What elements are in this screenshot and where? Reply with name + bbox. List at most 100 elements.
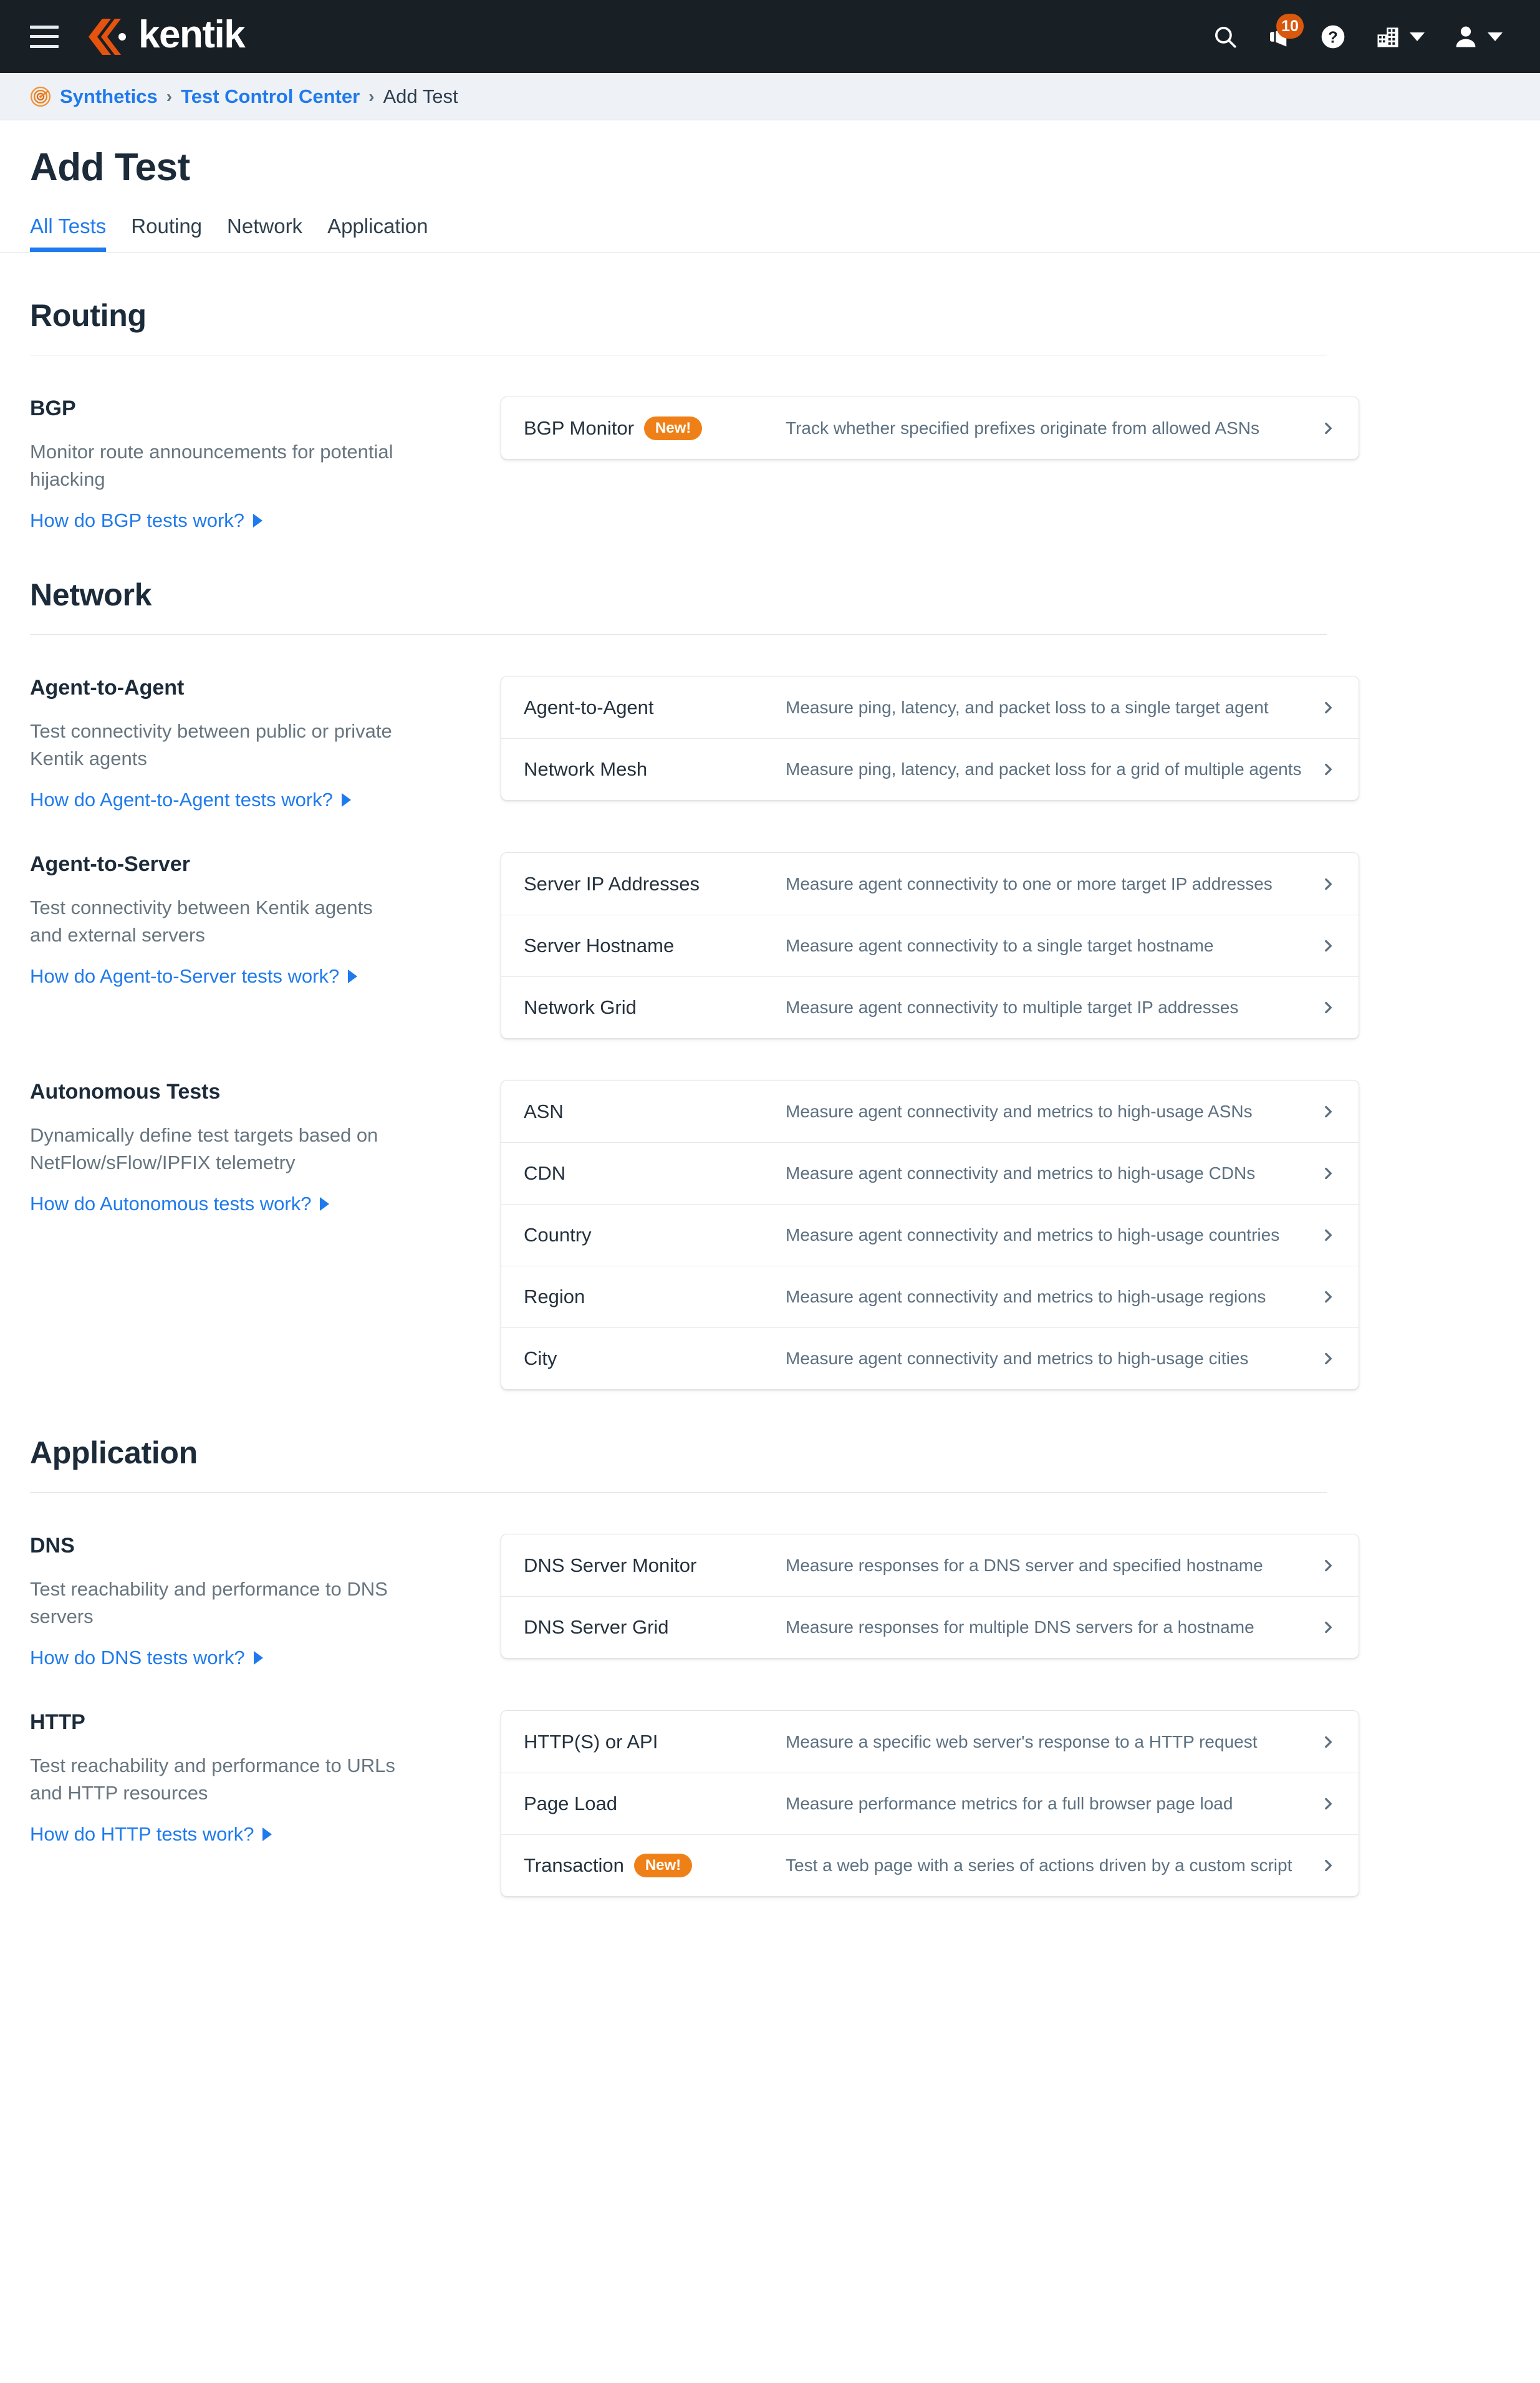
group-title: Application bbox=[30, 1435, 198, 1471]
test-type-name-wrap: BGP Monitor New! bbox=[524, 416, 786, 440]
company-switcher[interactable] bbox=[1374, 23, 1425, 51]
test-type-name-wrap: Transaction New! bbox=[524, 1854, 786, 1878]
group-network: Network Agent-to-Agent Test connectivity b… bbox=[30, 532, 1510, 1390]
test-type-name-wrap: Page Load bbox=[524, 1793, 786, 1815]
test-type-row-dns-server-grid[interactable]: DNS Server Grid Measure responses for mul… bbox=[501, 1596, 1359, 1658]
section-info: HTTP Test reachability and performance to… bbox=[30, 1710, 501, 1897]
chevron-down-icon[interactable] bbox=[1488, 32, 1503, 41]
chevron-right-icon[interactable] bbox=[1307, 700, 1336, 716]
section-name: DNS bbox=[30, 1534, 75, 1558]
chevron-right-icon[interactable] bbox=[1307, 1796, 1336, 1812]
breadcrumb-current-page: Add Test bbox=[383, 85, 458, 107]
section-description: Test connectivity between Kentik agents … bbox=[30, 897, 373, 946]
docs-link-bgp[interactable]: How do BGP tests work? bbox=[30, 509, 263, 532]
triangle-right-icon bbox=[262, 1827, 272, 1842]
test-type-name-wrap: Agent-to-Agent bbox=[524, 696, 786, 719]
building-glyph bbox=[1377, 27, 1398, 47]
test-type-name: Network Grid bbox=[524, 996, 637, 1019]
docs-link-agent-to-server[interactable]: How do Agent-to-Server tests work? bbox=[30, 965, 358, 988]
test-type-row-network-grid[interactable]: Network Grid Measure agent connectivity t… bbox=[501, 976, 1359, 1038]
chevron-right-icon[interactable] bbox=[1307, 876, 1336, 892]
breadcrumb-link-synthetics[interactable]: Synthetics bbox=[60, 85, 158, 108]
test-type-name-wrap: Server IP Addresses bbox=[524, 873, 786, 895]
test-type-name-wrap: DNS Server Monitor bbox=[524, 1554, 786, 1577]
section-name: HTTP bbox=[30, 1710, 85, 1735]
tab-routing[interactable]: Routing bbox=[131, 214, 202, 252]
user-avatar-icon[interactable] bbox=[1452, 23, 1480, 51]
user-glyph bbox=[1456, 26, 1476, 47]
chevron-right-icon[interactable] bbox=[1307, 1289, 1336, 1305]
section-info: Autonomous Tests Dynamically define test … bbox=[30, 1080, 501, 1390]
hamburger-bar bbox=[30, 25, 59, 29]
chevron-right-icon[interactable] bbox=[1307, 1857, 1336, 1874]
docs-link-label: How do Agent-to-Agent tests work? bbox=[30, 789, 333, 811]
test-type-description: Measure agent connectivity to multiple t… bbox=[786, 998, 1239, 1018]
test-type-name: DNS Server Grid bbox=[524, 1616, 669, 1639]
hamburger-bar bbox=[30, 35, 59, 38]
chevron-right-icon[interactable] bbox=[1307, 1734, 1336, 1750]
test-type-row-agent-to-agent[interactable]: Agent-to-Agent Measure ping, latency, and… bbox=[501, 676, 1359, 738]
tab-network[interactable]: Network bbox=[227, 214, 302, 252]
section-name: Autonomous Tests bbox=[30, 1080, 221, 1104]
chevron-right-icon[interactable] bbox=[1307, 1104, 1336, 1120]
test-type-name-wrap: CDN bbox=[524, 1162, 786, 1185]
kentik-logo-mark bbox=[89, 18, 126, 55]
user-menu[interactable] bbox=[1452, 23, 1503, 51]
test-type-row-transaction[interactable]: Transaction New! Test a web page with a se… bbox=[501, 1834, 1359, 1896]
docs-link-dns[interactable]: How do DNS tests work? bbox=[30, 1647, 263, 1669]
breadcrumb-link-test-control-center[interactable]: Test Control Center bbox=[181, 85, 360, 108]
tab-application[interactable]: Application bbox=[327, 214, 428, 252]
kentik-logo[interactable]: kentik bbox=[86, 15, 246, 56]
hamburger-menu-icon[interactable] bbox=[30, 25, 59, 48]
test-type-name: Network Mesh bbox=[524, 758, 648, 781]
test-type-row-country[interactable]: Country Measure agent connectivity and me… bbox=[501, 1204, 1359, 1266]
docs-link-http[interactable]: How do HTTP tests work? bbox=[30, 1823, 272, 1846]
breadcrumb: Synthetics › Test Control Center › Add T… bbox=[0, 73, 1540, 120]
test-type-card: HTTP(S) or API Measure a specific web ser… bbox=[501, 1710, 1359, 1897]
chevron-down-icon[interactable] bbox=[1410, 32, 1425, 41]
section-http: HTTP Test reachability and performance to… bbox=[30, 1669, 1510, 1897]
chevron-right-icon[interactable] bbox=[1307, 999, 1336, 1016]
chevron-right-icon[interactable] bbox=[1307, 1165, 1336, 1182]
section-name: BGP bbox=[30, 397, 76, 420]
test-type-card: ASN Measure agent connectivity and metric… bbox=[501, 1080, 1359, 1390]
test-type-card: BGP Monitor New! Track whether specified p… bbox=[501, 397, 1359, 460]
search-icon[interactable] bbox=[1212, 24, 1238, 50]
test-type-row-page-load[interactable]: Page Load Measure performance metrics for… bbox=[501, 1773, 1359, 1834]
test-type-row-server-hostname[interactable]: Server Hostname Measure agent connectivit… bbox=[501, 915, 1359, 976]
test-type-row-http-s-or-api[interactable]: HTTP(S) or API Measure a specific web ser… bbox=[501, 1711, 1359, 1773]
test-type-description: Test a web page with a series of actions… bbox=[786, 1856, 1292, 1875]
test-type-description: Measure agent connectivity and metrics t… bbox=[786, 1163, 1256, 1183]
test-type-row-city[interactable]: City Measure agent connectivity and metri… bbox=[501, 1327, 1359, 1389]
docs-link-label: How do BGP tests work? bbox=[30, 509, 245, 532]
test-type-name-wrap: DNS Server Grid bbox=[524, 1616, 786, 1639]
announcement-icon[interactable]: 10 bbox=[1266, 13, 1304, 50]
test-type-description: Measure ping, latency, and packet loss f… bbox=[786, 759, 1302, 779]
test-type-name: City bbox=[524, 1347, 557, 1370]
chevron-right-icon[interactable] bbox=[1307, 420, 1336, 436]
test-type-row-region[interactable]: Region Measure agent connectivity and met… bbox=[501, 1266, 1359, 1327]
docs-link-autonomous-tests[interactable]: How do Autonomous tests work? bbox=[30, 1193, 330, 1215]
test-type-row-asn[interactable]: ASN Measure agent connectivity and metric… bbox=[501, 1081, 1359, 1142]
docs-link-agent-to-agent[interactable]: How do Agent-to-Agent tests work? bbox=[30, 789, 351, 811]
chevron-right-icon[interactable] bbox=[1307, 1619, 1336, 1635]
test-type-row-bgp-monitor[interactable]: BGP Monitor New! Track whether specified p… bbox=[501, 397, 1359, 459]
tab-all-tests[interactable]: All Tests bbox=[30, 214, 107, 252]
section-name: Agent-to-Agent bbox=[30, 676, 185, 700]
test-type-description: Measure agent connectivity and metrics t… bbox=[786, 1349, 1249, 1369]
chevron-right-icon[interactable] bbox=[1307, 1227, 1336, 1243]
test-type-row-cdn[interactable]: CDN Measure agent connectivity and metric… bbox=[501, 1142, 1359, 1204]
chevron-right-icon[interactable] bbox=[1307, 761, 1336, 777]
chevron-right-icon[interactable] bbox=[1307, 938, 1336, 954]
test-type-name: Server Hostname bbox=[524, 935, 675, 957]
company-icon[interactable] bbox=[1374, 23, 1402, 51]
test-type-row-server-ip-addresses[interactable]: Server IP Addresses Measure agent connect… bbox=[501, 853, 1359, 915]
chevron-right-icon[interactable] bbox=[1307, 1557, 1336, 1574]
test-type-name-wrap: Server Hostname bbox=[524, 935, 786, 957]
chevron-right-icon[interactable] bbox=[1307, 1350, 1336, 1367]
section-description: Test reachability and performance to DNS… bbox=[30, 1578, 388, 1628]
test-type-row-network-mesh[interactable]: Network Mesh Measure ping, latency, and p… bbox=[501, 738, 1359, 800]
group-routing: Routing BGP Monitor route announcements fo… bbox=[30, 253, 1510, 532]
test-type-row-dns-server-monitor[interactable]: DNS Server Monitor Measure responses for … bbox=[501, 1534, 1359, 1596]
help-icon[interactable]: ? bbox=[1319, 23, 1347, 51]
